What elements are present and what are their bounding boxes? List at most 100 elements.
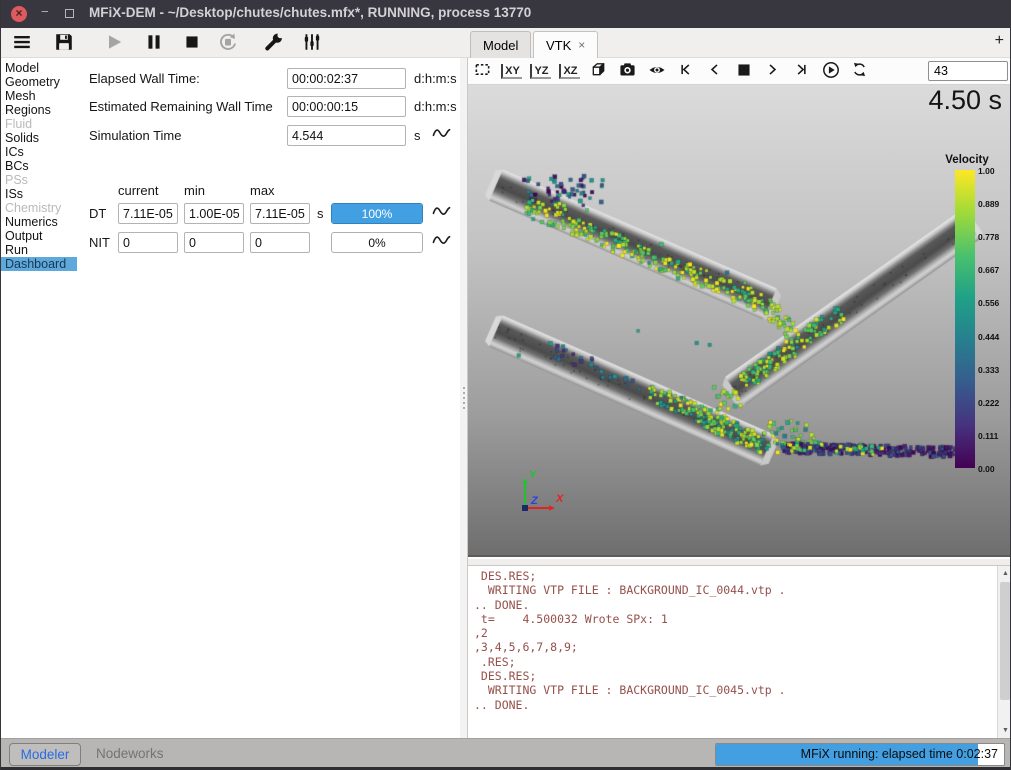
axes-orientation-widget: Y Z X <box>506 468 568 520</box>
sidebar-item-regions[interactable]: Regions <box>1 103 77 117</box>
reset-button <box>213 29 243 57</box>
pause-button[interactable] <box>139 29 169 57</box>
fit-view-button[interactable] <box>468 59 497 84</box>
previous-frame-button[interactable] <box>700 59 729 84</box>
tab-bar: Model VTK × + <box>467 28 1011 58</box>
nit-max-field[interactable] <box>250 232 310 253</box>
view-yz-button[interactable]: YZ <box>526 59 555 84</box>
visibility-eye-button[interactable] <box>642 59 671 84</box>
dt-progress-label: 100% <box>332 204 422 224</box>
run-progress-label: MFiX running: elapsed time 0:02:37 <box>801 744 998 765</box>
stop-playback-button[interactable] <box>729 59 758 84</box>
first-frame-button[interactable] <box>671 59 700 84</box>
minimize-button[interactable]: − <box>41 4 49 19</box>
last-frame-button[interactable] <box>787 59 816 84</box>
settings-button[interactable] <box>259 29 289 57</box>
snapshot-camera-button[interactable] <box>613 59 642 84</box>
col-current-header: current <box>118 183 158 198</box>
terminal-line: .RES; <box>474 655 994 669</box>
dt-row-label: DT <box>89 206 106 221</box>
axis-y-label: Y <box>529 469 538 481</box>
sidebar-item-iss[interactable]: ISs <box>1 187 77 201</box>
dt-min-field[interactable] <box>184 203 244 224</box>
remaining-wall-time-field[interactable] <box>287 96 406 117</box>
terminal-line: WRITING VTP FILE : BACKGROUND_IC_0045.vt… <box>474 683 994 697</box>
stop-button[interactable] <box>177 29 207 57</box>
plot-dt-icon[interactable] <box>432 204 451 223</box>
restore-button[interactable] <box>65 9 74 18</box>
view-xy-button[interactable]: XY <box>497 59 526 84</box>
terminal-scrollbar[interactable]: ▲ ▼ <box>997 566 1011 738</box>
menu-button[interactable] <box>7 29 37 57</box>
colorbar-tick: 0.111 <box>978 431 1011 441</box>
view-xz-label: XZ <box>559 64 579 79</box>
dt-unit-label: s <box>317 206 324 221</box>
next-frame-button[interactable] <box>758 59 787 84</box>
terminal-line: .. DONE. <box>474 698 994 712</box>
play-frames-button[interactable] <box>816 59 845 84</box>
dashboard-panel: Elapsed Wall Time: d:h:m:s Estimated Rem… <box>81 58 455 738</box>
sidebar-item-bcs[interactable]: BCs <box>1 159 77 173</box>
frame-number-input[interactable] <box>928 61 1008 81</box>
nit-current-field[interactable] <box>118 232 178 253</box>
close-button[interactable]: × <box>11 6 27 22</box>
scroll-thumb[interactable] <box>1000 582 1010 700</box>
play-frames-icon <box>822 61 840 82</box>
add-tab-button[interactable]: + <box>995 32 1004 50</box>
terminal-output[interactable]: DES.RES; WRITING VTP FILE : BACKGROUND_I… <box>468 565 1011 738</box>
col-min-header: min <box>184 183 205 198</box>
view-xz-button[interactable]: XZ <box>555 59 584 84</box>
sidebar-item-run[interactable]: Run <box>1 243 77 257</box>
mfix-window: × − MFiX-DEM - ~/Desktop/chutes/chutes.m… <box>0 0 1011 770</box>
terminal-line: WRITING VTP FILE : BACKGROUND_IC_0044.vt… <box>474 583 994 597</box>
sidebar-item-mesh[interactable]: Mesh <box>1 89 77 103</box>
nodeworks-tab-label[interactable]: Nodeworks <box>96 746 164 761</box>
sidebar-item-output[interactable]: Output <box>1 229 77 243</box>
modeler-tab-button[interactable]: Modeler <box>9 743 81 766</box>
simulation-time-field[interactable] <box>287 125 406 146</box>
save-button[interactable] <box>49 29 79 57</box>
vtk-pane: XYYZ XZ 4.50 s Velocity Y Z X 1.000.8890.… <box>467 58 1011 738</box>
dt-current-field[interactable] <box>118 203 178 224</box>
main-toolbar <box>1 28 327 58</box>
run-progress-bar: MFiX running: elapsed time 0:02:37 <box>715 743 1005 766</box>
col-max-header: max <box>250 183 275 198</box>
refresh-view-button[interactable] <box>845 59 874 84</box>
tab-model[interactable]: Model <box>470 31 531 58</box>
terminal-line: .. DONE. <box>474 598 994 612</box>
sidebar-item-model[interactable]: Model <box>1 61 77 75</box>
sidebar-nav: ModelGeometryMeshRegionsFluidSolidsICsBC… <box>1 61 77 271</box>
plot-simulation-time-icon[interactable] <box>432 126 451 145</box>
run-button <box>99 29 129 57</box>
parameters-button[interactable] <box>297 29 327 57</box>
projection-toggle-button[interactable] <box>584 59 613 84</box>
nit-min-field[interactable] <box>184 232 244 253</box>
velocity-colorbar <box>955 170 975 468</box>
scroll-up-icon[interactable]: ▲ <box>998 566 1011 581</box>
dt-max-field[interactable] <box>250 203 310 224</box>
first-frame-icon <box>678 62 693 80</box>
sidebar-item-fluid: Fluid <box>1 117 77 131</box>
sidebar-item-ics[interactable]: ICs <box>1 145 77 159</box>
sidebar-item-numerics[interactable]: Numerics <box>1 215 77 229</box>
parameters-icon <box>302 32 322 55</box>
colorbar-tick: 0.667 <box>978 265 1011 275</box>
scroll-down-icon[interactable]: ▼ <box>998 723 1011 738</box>
tab-vtk[interactable]: VTK × <box>533 31 598 58</box>
tab-vtk-label: VTK <box>546 38 571 53</box>
plot-nit-icon[interactable] <box>432 233 451 252</box>
tab-model-label: Model <box>483 38 518 53</box>
snapshot-camera-icon <box>619 61 636 81</box>
top-strip: Model VTK × + <box>1 28 1010 58</box>
settings-icon <box>264 32 284 55</box>
tab-close-icon[interactable]: × <box>578 38 585 52</box>
sidebar-item-dashboard[interactable]: Dashboard <box>1 257 77 271</box>
vertical-splitter[interactable] <box>460 58 467 738</box>
vtk-3d-view[interactable]: 4.50 s Velocity Y Z X 1.000.8890.7780.66… <box>468 85 1011 557</box>
terminal-line: DES.RES; <box>474 669 994 683</box>
stop-icon <box>182 32 202 55</box>
elapsed-wall-time-field[interactable] <box>287 68 406 89</box>
sidebar-item-geometry[interactable]: Geometry <box>1 75 77 89</box>
window-title: MFiX-DEM - ~/Desktop/chutes/chutes.mfx*,… <box>89 5 531 20</box>
sidebar-item-solids[interactable]: Solids <box>1 131 77 145</box>
